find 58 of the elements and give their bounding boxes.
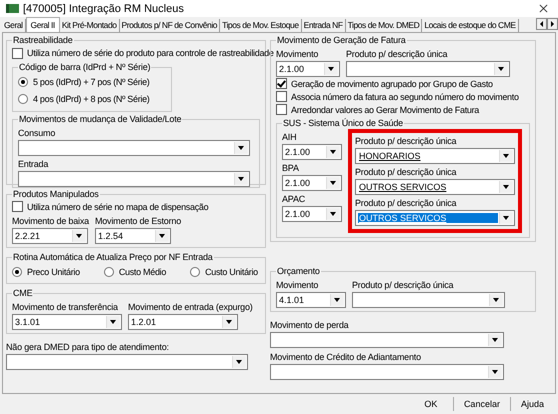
dropdown-value: OUTROS SERVICOS — [358, 213, 498, 223]
field-label: Movimento — [276, 279, 320, 291]
group-title: Rotina Automática de Atualiza Preço por NF Entrada — [12, 252, 214, 263]
group-title: Código de barra (IdPrd + Nº Série) — [18, 62, 152, 73]
dropdown[interactable]: 2.1.00 — [282, 144, 342, 160]
dropdown[interactable]: 2.2.21 — [12, 228, 88, 244]
field-label: Movimento de entrada (expurgo) — [128, 301, 253, 313]
group-title: Orçamento — [276, 266, 321, 277]
dialog-button[interactable]: Ajuda — [510, 397, 554, 411]
field-label: Movimento de perda — [270, 319, 350, 331]
dropdown[interactable]: OUTROS SERVICOS — [355, 210, 515, 226]
checkbox-label: Geração de movimento agrupado por Grupo de Gasto — [291, 78, 493, 88]
group-title: Movimentos de mudança de Validade/Lote — [18, 114, 182, 125]
dialog-button[interactable]: OK — [408, 397, 453, 411]
dropdown[interactable]: HONORARIOS — [355, 148, 515, 164]
field-label: Movimento de Estorno — [94, 215, 181, 227]
group-title: SUS - Sistema Único de Saúde — [282, 118, 404, 129]
dropdown[interactable]: 3.1.01 — [12, 314, 122, 330]
dialog-button[interactable]: Cancelar — [452, 397, 510, 411]
dropdown[interactable]: 2.1.00 — [276, 61, 340, 77]
checkbox-label: Arredondar valores ao Gerar Movimento de Fatura — [291, 104, 479, 114]
tab[interactable]: Geral II — [26, 17, 60, 32]
dropdown[interactable]: 2.1.00 — [282, 175, 342, 191]
field-label: Movimento de Crédito de Adiantamento — [270, 351, 422, 363]
checkbox-label: Utiliza número de série do produto para controle de rastreabilidade — [27, 48, 274, 58]
radio-label: Preco Unitário — [27, 266, 80, 276]
radio-label: Custo Unitário — [205, 266, 258, 276]
field-label: AIH — [282, 131, 298, 143]
field-label: BPA — [282, 162, 300, 174]
field-label: Produto p/ descrição única — [355, 197, 458, 209]
dropdown[interactable]: 1.2.01 — [128, 314, 238, 330]
radio-label: 4 pos (IdPrd) + 8 pos (Nº Série) — [33, 94, 150, 104]
field-label: Movimento de transferência — [12, 301, 119, 313]
field-label: Movimento — [276, 48, 320, 60]
field-label: APAC — [282, 193, 306, 205]
dropdown[interactable]: 1.2.54 — [94, 228, 171, 244]
group-title: Rastreabilidade — [12, 35, 74, 46]
dropdown-value: OUTROS SERVICOS — [358, 182, 448, 192]
dropdown[interactable]: OUTROS SERVICOS — [355, 179, 515, 195]
field-label: Não gera DMED para tipo de atendimento: — [6, 341, 170, 353]
radio-label: Custo Médio — [118, 266, 166, 276]
radio-label: 5 pos (IdPrd) + 7 pos (Nº Série) — [33, 76, 150, 86]
dropdown[interactable]: 2.1.00 — [282, 206, 342, 222]
group-title: CME — [12, 288, 34, 299]
field-label: Entrada — [18, 158, 50, 170]
group-title: Produtos Manipulados — [12, 189, 100, 200]
checkbox-label: Utiliza número de série no mapa de dispensação — [27, 202, 208, 212]
dropdown[interactable]: 4.1.01 — [276, 292, 346, 308]
group-title: Movimento de Geração de Fatura — [276, 35, 407, 46]
dropdown-value: HONORARIOS — [358, 151, 422, 161]
field-label: Movimento de baixa — [12, 215, 89, 227]
window-title: [470005] Integração RM Nucleus — [23, 2, 185, 14]
checkbox-label: Associa número da fatura ao segundo número do movimento — [291, 92, 519, 102]
field-label: Consumo — [18, 127, 56, 139]
field-label: Produto p/ descrição única — [346, 48, 448, 60]
field-label: Produto p/ descrição única — [355, 166, 458, 178]
field-label: Produto p/ descrição única — [352, 279, 454, 291]
field-label: Produto p/ descrição única — [355, 135, 458, 147]
